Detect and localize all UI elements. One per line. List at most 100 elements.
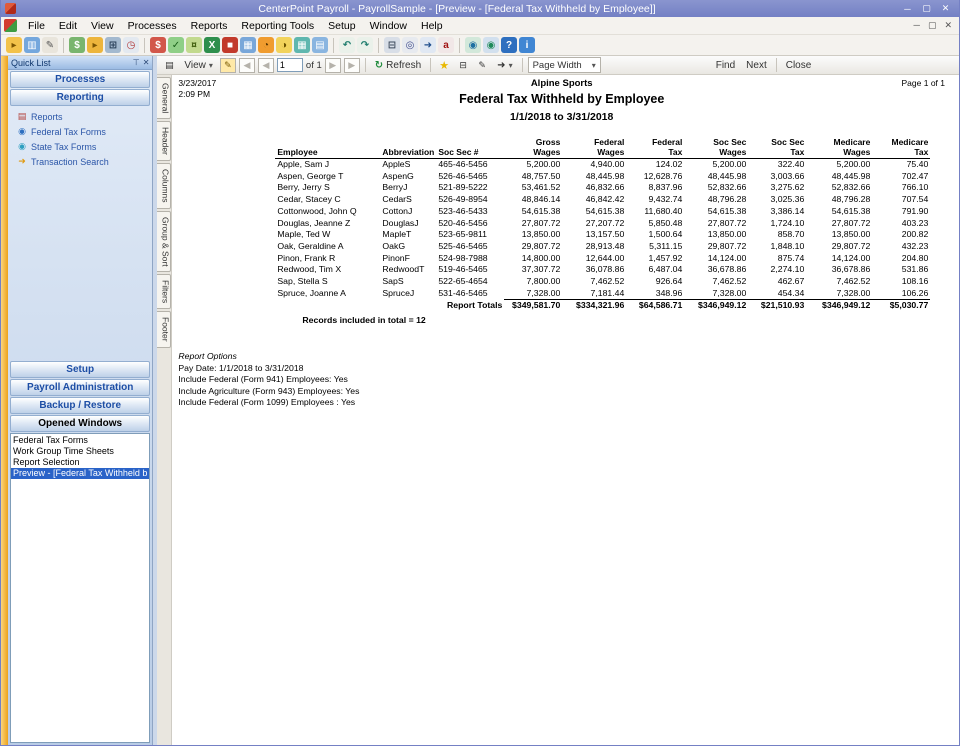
tab-footer[interactable]: Footer: [157, 311, 172, 349]
tab-group-sort[interactable]: Group & Sort: [157, 210, 172, 273]
table-cell: 462.67: [777, 276, 805, 287]
sidebar-button-payroll-administration[interactable]: Payroll Administration: [10, 379, 151, 396]
menu-setup[interactable]: Setup: [321, 18, 362, 34]
export-dropdown[interactable]: ➜ ▾: [493, 59, 516, 72]
time-clock-icon[interactable]: ◷: [123, 37, 139, 53]
sidebar-button-setup[interactable]: Setup: [10, 361, 151, 378]
cash-icon[interactable]: ¤: [186, 37, 202, 53]
report-options-toggle-icon[interactable]: ▤: [161, 58, 177, 73]
open-icon[interactable]: ▸: [6, 37, 22, 53]
zoom-dropdown[interactable]: Page Width ▾: [527, 57, 601, 73]
sidebar-item-federal-tax-forms[interactable]: ◉ Federal Tax Forms: [8, 124, 152, 139]
sidebar-button-processes[interactable]: Processes: [10, 71, 151, 88]
last-page-icon[interactable]: ▶: [343, 57, 360, 73]
stop-icon[interactable]: ■: [222, 37, 238, 53]
grid-icon[interactable]: ▤: [312, 37, 328, 53]
money-icon[interactable]: $: [69, 37, 85, 53]
report-generated-date: 3/23/2017: [178, 78, 217, 88]
report-options-title: Report Options: [178, 351, 237, 362]
sidebar-item-label: Reports: [31, 111, 63, 122]
table-cell: SpruceJ: [382, 287, 415, 298]
menu-reports[interactable]: Reports: [184, 18, 235, 34]
table-cell: 7,800.00: [526, 276, 561, 287]
column-header: Federal Tax: [626, 137, 685, 159]
tab-header[interactable]: Header: [157, 121, 172, 162]
table-cell: 36,678.86: [831, 264, 871, 275]
page-setup-icon[interactable]: ✎: [474, 58, 490, 73]
page-number-input[interactable]: [276, 58, 303, 72]
view-dropdown[interactable]: View ▾: [180, 59, 217, 72]
tab-filters[interactable]: Filters: [157, 274, 172, 310]
totals-label: Report Totals: [447, 300, 503, 311]
redo-icon[interactable]: ↷: [357, 37, 373, 53]
mdi-close-button[interactable]: ✕: [944, 20, 952, 31]
calculator-icon[interactable]: ⊞: [105, 37, 121, 53]
favorite-icon[interactable]: ★: [436, 58, 452, 73]
next-button[interactable]: Next: [742, 59, 771, 72]
print-icon[interactable]: ⊟: [384, 37, 400, 53]
table-cell: 37,307.72: [521, 264, 561, 275]
pin-icon[interactable]: ⊤: [133, 58, 140, 67]
mdi-restore-button[interactable]: ▢: [928, 20, 937, 31]
menu-edit[interactable]: Edit: [52, 18, 84, 34]
close-icon[interactable]: ✕: [143, 58, 150, 67]
close-preview-button[interactable]: Close: [782, 59, 816, 72]
timesheet-icon[interactable]: ◑: [276, 37, 292, 53]
first-page-icon[interactable]: ◀: [238, 57, 255, 73]
menu-view[interactable]: View: [84, 18, 121, 34]
table-row: Cottonwood, John Q CottonJ 523-46-5433 54,6…: [275, 206, 930, 218]
menu-window[interactable]: Window: [363, 18, 414, 34]
table-cell: Berry, Jerry S: [277, 182, 330, 193]
maximize-button[interactable]: ▢: [917, 3, 936, 14]
table-icon[interactable]: ▦: [240, 37, 256, 53]
alarm-clock-icon[interactable]: ◔: [258, 37, 274, 53]
about-icon[interactable]: i: [519, 37, 535, 53]
annotation-icon[interactable]: ✎: [219, 57, 236, 73]
menu-file[interactable]: File: [21, 18, 52, 34]
print-icon[interactable]: ⊟: [455, 58, 471, 73]
edit-icon[interactable]: ✎: [42, 37, 58, 53]
minimize-button[interactable]: ─: [898, 4, 917, 14]
export-icon[interactable]: ➜: [420, 37, 436, 53]
tab-general[interactable]: General: [157, 77, 172, 120]
records-note: Records included in total = 12: [302, 315, 426, 326]
table-cell: 7,328.00: [836, 287, 871, 298]
help-icon[interactable]: ?: [501, 37, 517, 53]
column-header: Soc Sec Tax: [748, 137, 807, 159]
report-title: Federal Tax Withheld by Employee: [459, 92, 665, 106]
menu-processes[interactable]: Processes: [121, 18, 184, 34]
folder-icon[interactable]: ▸: [87, 37, 103, 53]
undo-icon[interactable]: ↶: [339, 37, 355, 53]
calendar-icon[interactable]: ▦: [294, 37, 310, 53]
refresh-button[interactable]: ↻ Refresh: [371, 59, 425, 72]
print-preview-icon[interactable]: ◎: [402, 37, 418, 53]
find-button[interactable]: Find: [712, 59, 739, 72]
tab-columns[interactable]: Columns: [157, 163, 172, 209]
table-cell: 7,181.44: [590, 287, 625, 298]
opened-window-item[interactable]: Federal Tax Forms: [11, 435, 149, 446]
report-page: 3/23/2017 2:09 PM Alpine Sports Federal …: [172, 75, 959, 745]
web-icon[interactable]: ◉: [483, 37, 499, 53]
menu-help[interactable]: Help: [414, 18, 450, 34]
sidebar-button-backup-restore[interactable]: Backup / Restore: [10, 397, 151, 414]
next-page-icon[interactable]: ▶: [324, 57, 341, 73]
opened-window-item[interactable]: Work Group Time Sheets: [11, 446, 149, 457]
pdf-icon[interactable]: a: [438, 37, 454, 53]
mdi-minimize-button[interactable]: ─: [914, 20, 920, 31]
opened-window-item[interactable]: Preview - [Federal Tax Withheld b: [11, 468, 150, 479]
sidebar-item-transaction-search[interactable]: ➜ Transaction Search: [8, 154, 152, 169]
opened-window-item[interactable]: Report Selection: [11, 457, 149, 468]
new-window-icon[interactable]: ▥: [24, 37, 40, 53]
excel-export-icon[interactable]: X: [204, 37, 220, 53]
sidebar-item-state-tax-forms[interactable]: ◉ State Tax Forms: [8, 139, 152, 154]
close-button[interactable]: ✕: [936, 3, 955, 14]
globe-icon[interactable]: ◉: [465, 37, 481, 53]
previous-page-icon[interactable]: ◀: [257, 57, 274, 73]
menu-reporting-tools[interactable]: Reporting Tools: [234, 18, 321, 34]
sidebar-item-reports[interactable]: ▤ Reports: [8, 109, 152, 124]
pay-checks-icon[interactable]: ✓: [168, 37, 184, 53]
sidebar-button-reporting[interactable]: Reporting: [10, 89, 151, 106]
totals-cell: $5,030.77: [872, 299, 931, 313]
pay-employees-icon[interactable]: $: [150, 37, 166, 53]
table-cell: 5,850.48: [648, 217, 683, 228]
